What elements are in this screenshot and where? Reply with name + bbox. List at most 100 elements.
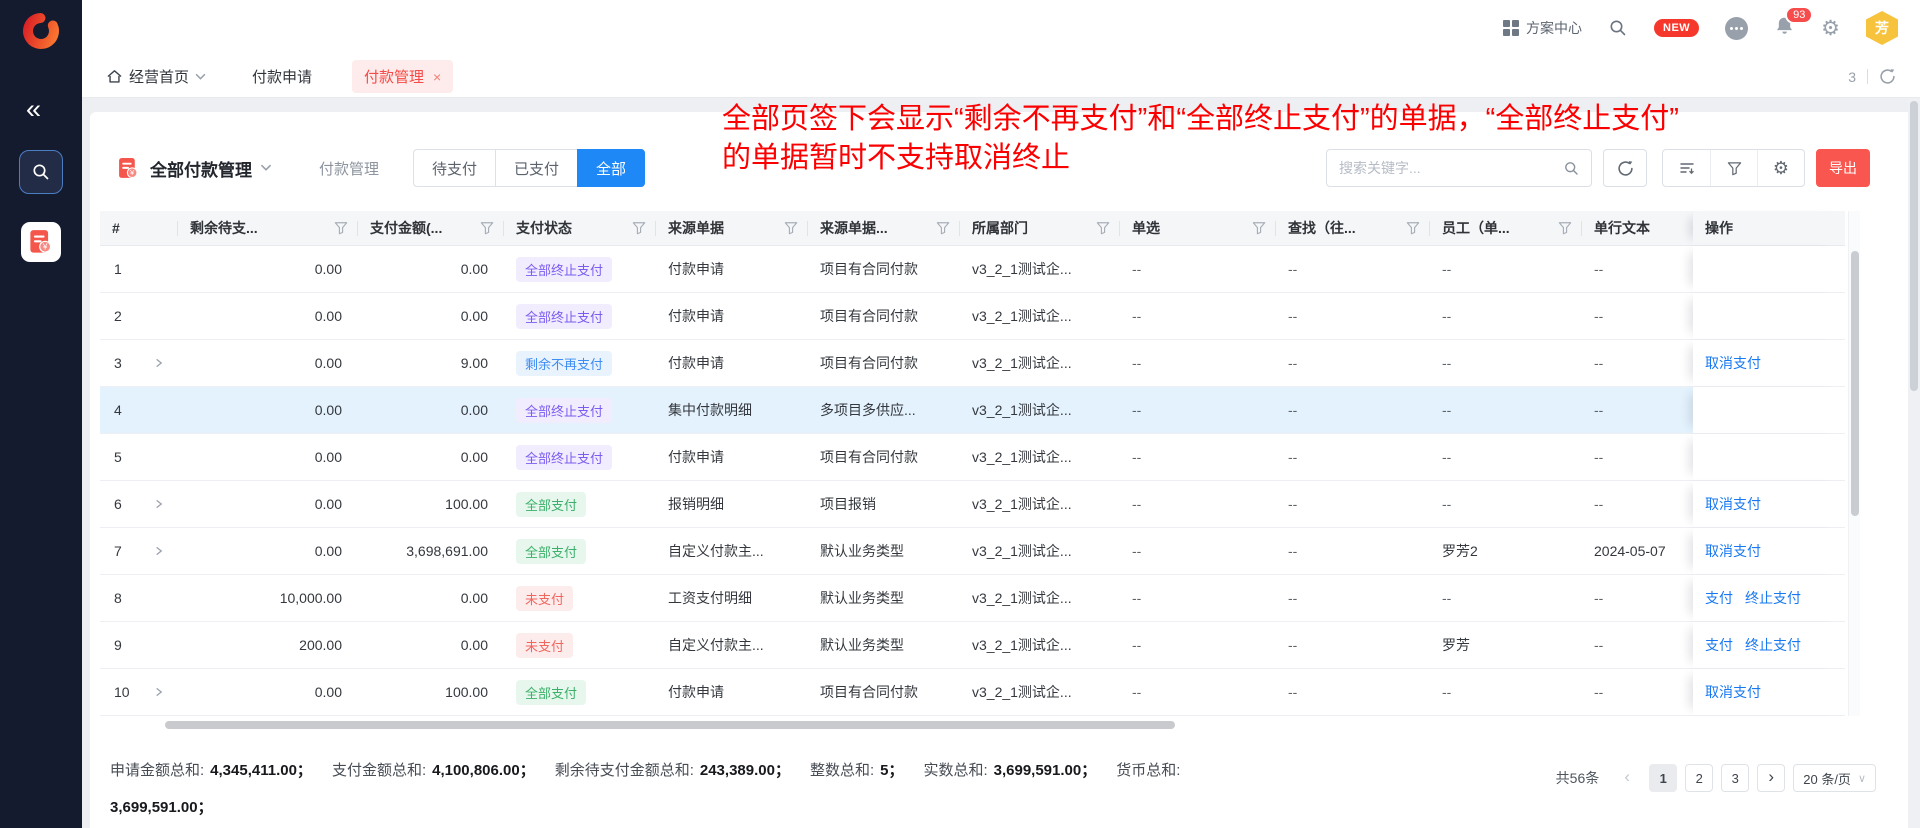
row-density-button[interactable]	[1663, 150, 1710, 186]
new-badge[interactable]: NEW	[1654, 19, 1699, 37]
segment-已支付[interactable]: 已支付	[495, 149, 578, 187]
cell-department: v3_2_1测试企...	[960, 246, 1120, 292]
table-row[interactable]: 100.00100.00全部支付付款申请项目有合同付款v3_2_1测试企...-…	[100, 669, 1845, 716]
search-input[interactable]	[1327, 160, 1563, 176]
table-row[interactable]: 810,000.000.00未支付工资支付明细默认业务类型v3_2_1测试企..…	[100, 575, 1845, 622]
pagination-next-button[interactable]: ›	[1757, 764, 1785, 792]
action-link-取消支付[interactable]: 取消支付	[1705, 682, 1761, 702]
page-scrollbar[interactable]	[1908, 98, 1920, 828]
filter-icon[interactable]	[784, 221, 798, 235]
solution-center-button[interactable]: 方案中心	[1503, 18, 1582, 38]
summary-label: 整数总和:	[810, 762, 874, 779]
cell-source_doc: 付款申请	[656, 434, 808, 480]
tab-close-icon[interactable]: ×	[433, 69, 441, 85]
status-cell: 未支付	[504, 622, 656, 668]
table-horizontal-scrollbar[interactable]	[100, 720, 1845, 730]
status-cell: 全部终止支付	[504, 434, 656, 480]
filter-icon[interactable]	[1558, 221, 1572, 235]
scrollbar-thumb[interactable]	[1910, 101, 1918, 391]
filter-icon[interactable]	[1252, 221, 1266, 235]
expand-row-icon[interactable]	[153, 686, 164, 698]
row-index-cell: 10	[100, 669, 178, 715]
expand-row-icon[interactable]	[153, 498, 164, 510]
refresh-table-button[interactable]	[1603, 149, 1647, 187]
breadcrumb-home[interactable]: 经营首页	[106, 66, 206, 87]
table-row[interactable]: 70.003,698,691.00全部支付自定义付款主...默认业务类型v3_2…	[100, 528, 1845, 575]
filter-icon[interactable]	[1096, 221, 1110, 235]
actions-cell: 取消支付	[1693, 340, 1845, 386]
scrollbar-thumb[interactable]	[1851, 251, 1859, 516]
pagination-page-2[interactable]: 2	[1685, 764, 1713, 792]
cell-radio: --	[1120, 293, 1276, 339]
cell-radio: --	[1120, 528, 1276, 574]
filter-icon[interactable]	[334, 221, 348, 235]
table-row[interactable]: 10.000.00全部终止支付付款申请项目有合同付款v3_2_1测试企...--…	[100, 246, 1845, 293]
pagination-page-1[interactable]: 1	[1649, 764, 1677, 792]
column-header-amount: 支付金额(...	[358, 211, 504, 245]
solution-center-label: 方案中心	[1526, 18, 1582, 38]
table-row[interactable]: 40.000.00全部终止支付集中付款明细多项目多供应...v3_2_1测试企.…	[100, 387, 1845, 434]
action-link-终止支付[interactable]: 终止支付	[1745, 635, 1801, 655]
gear-icon[interactable]: ⚙	[1821, 18, 1840, 39]
cell-radio: --	[1120, 481, 1276, 527]
pagination-prev-button[interactable]: ‹	[1613, 764, 1641, 792]
scrollbar-thumb[interactable]	[165, 721, 1175, 729]
search-box	[1326, 149, 1592, 187]
filter-button[interactable]	[1710, 150, 1757, 186]
table-vertical-scrollbar[interactable]	[1848, 211, 1860, 716]
topbar-search-icon[interactable]	[1608, 18, 1628, 38]
tab-payment-request[interactable]: 付款申请	[252, 66, 312, 87]
sidebar-search-button[interactable]	[19, 150, 63, 194]
breadcrumb-home-label: 经营首页	[129, 66, 189, 87]
filter-icon[interactable]	[632, 221, 646, 235]
column-label: 来源单据...	[820, 218, 888, 238]
action-link-支付[interactable]: 支付	[1705, 635, 1733, 655]
expand-row-icon[interactable]	[153, 357, 164, 369]
action-link-终止支付[interactable]: 终止支付	[1745, 588, 1801, 608]
table-row[interactable]: 50.000.00全部终止支付付款申请项目有合同付款v3_2_1测试企...--…	[100, 434, 1845, 481]
cell-radio: --	[1120, 669, 1276, 715]
avatar[interactable]: 芳	[1866, 11, 1898, 45]
notifications-button[interactable]: 93	[1774, 16, 1795, 41]
refresh-icon[interactable]	[1879, 68, 1896, 85]
cell-lookup: --	[1276, 575, 1430, 621]
cell-text: --	[1582, 293, 1693, 339]
segment-待支付[interactable]: 待支付	[413, 149, 496, 187]
table-row[interactable]: 20.000.00全部终止支付付款申请项目有合同付款v3_2_1测试企...--…	[100, 293, 1845, 340]
page-size-select[interactable]: 20 条/页∨	[1793, 764, 1876, 792]
segment-全部[interactable]: 全部	[577, 149, 645, 187]
cell-amount: 0.00	[358, 293, 504, 339]
table-row[interactable]: 9200.000.00未支付自定义付款主...默认业务类型v3_2_1测试企..…	[100, 622, 1845, 669]
row-index-cell: 4	[100, 387, 178, 433]
sidebar-collapse-icon[interactable]: «	[26, 94, 38, 125]
tab-payment-management[interactable]: 付款管理 ×	[352, 60, 453, 93]
export-button[interactable]: 导出	[1816, 149, 1870, 187]
filter-icon[interactable]	[936, 221, 950, 235]
table-settings-button[interactable]: ⚙	[1757, 150, 1804, 186]
action-link-取消支付[interactable]: 取消支付	[1705, 494, 1761, 514]
cell-lookup: --	[1276, 528, 1430, 574]
expand-row-icon[interactable]	[153, 545, 164, 557]
row-index: 4	[114, 402, 122, 418]
action-link-取消支付[interactable]: 取消支付	[1705, 541, 1761, 561]
pagination-page-3[interactable]: 3	[1721, 764, 1749, 792]
cell-source_doc: 工资支付明细	[656, 575, 808, 621]
row-index: 6	[114, 496, 122, 512]
filter-icon[interactable]	[1406, 221, 1420, 235]
view-switcher[interactable]: 全部付款管理	[150, 156, 272, 181]
actions-cell: 取消支付	[1693, 528, 1845, 574]
table-row[interactable]: 30.009.00剩余不再支付付款申请项目有合同付款v3_2_1测试企...--…	[100, 340, 1845, 387]
action-link-取消支付[interactable]: 取消支付	[1705, 353, 1761, 373]
search-icon[interactable]	[1563, 160, 1580, 177]
filter-icon[interactable]	[480, 221, 494, 235]
app-logo-icon[interactable]	[21, 11, 61, 56]
divider	[1867, 69, 1868, 84]
cell-department: v3_2_1测试企...	[960, 387, 1120, 433]
table-row[interactable]: 60.00100.00全部支付报销明细项目报销v3_2_1测试企...-----…	[100, 481, 1845, 528]
column-header-text: 单行文本	[1582, 211, 1693, 245]
cell-source_type: 项目有合同付款	[808, 246, 960, 292]
chat-icon[interactable]	[1725, 17, 1748, 40]
cell-employee: --	[1430, 246, 1582, 292]
sidebar-payment-module-icon[interactable]: ¥	[21, 222, 61, 262]
action-link-支付[interactable]: 支付	[1705, 588, 1733, 608]
